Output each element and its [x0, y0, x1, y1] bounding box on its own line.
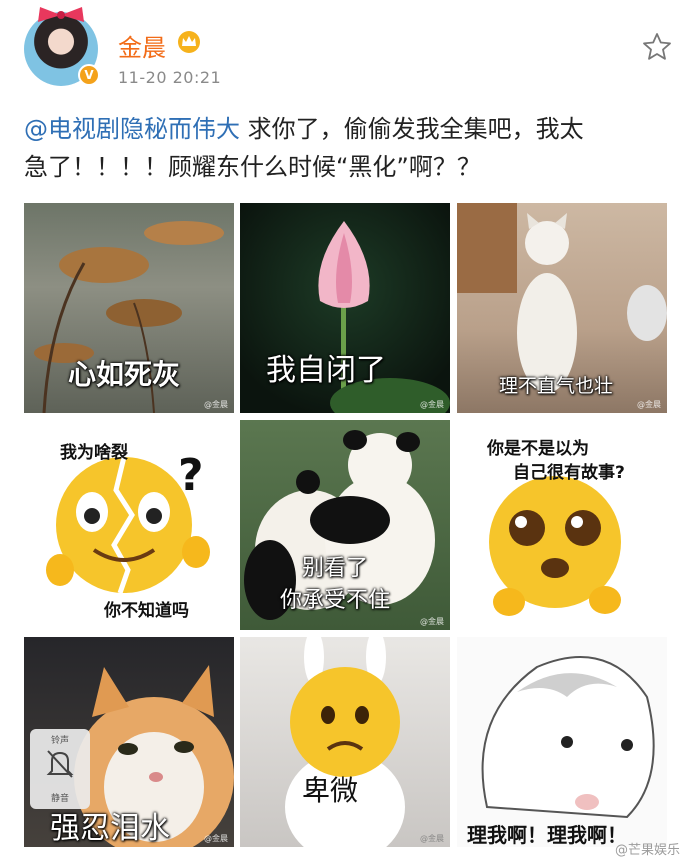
mention-link[interactable]: @电视剧隐秘而伟大 [24, 115, 240, 143]
image-watermark: @金晨 [204, 400, 228, 409]
image-grid: 心如死灰 @金晨 我自闭了 @金晨 理不直气也壮 @金晨 ? 我为啥裂 你不知道… [24, 203, 667, 847]
image-tile-2[interactable]: 我自闭了 @金晨 [240, 203, 450, 413]
question-icon: ? [178, 450, 204, 498]
image-tile-9[interactable]: 理我啊！理我啊！ [457, 637, 667, 847]
image-caption-line2: 自己很有故事? [513, 463, 625, 483]
avatar[interactable]: V [24, 7, 100, 86]
image-caption: 我自闭了 [266, 353, 386, 388]
image-watermark: @金晨 [420, 834, 444, 843]
phone-mute-top: 铃声 [50, 736, 69, 746]
image-watermark: @金晨 [204, 834, 228, 843]
hamster-image [481, 656, 655, 819]
image-caption-line1: 你是不是以为 [487, 439, 589, 459]
svg-text:?: ? [178, 450, 204, 498]
post-body-text-2: 急了！！！！顾耀东什么时候“黑化”啊？？ [24, 153, 481, 181]
image-caption: 理我啊！理我啊！ [467, 823, 627, 847]
image-caption: 强忍泪水 [50, 811, 170, 846]
bell-muted-icon [46, 750, 74, 778]
verified-icon: V [78, 64, 100, 86]
image-caption: 理不直气也壮 [499, 375, 614, 397]
image-tile-7[interactable]: 铃声 静音 强忍泪水 @金晨 [24, 637, 234, 847]
post-timestamp: 11-20 20:21 [118, 68, 222, 87]
post-body-text-1: 求你了，偷偷发我全集吧，我太 [240, 115, 584, 143]
image-tile-1[interactable]: 心如死灰 @金晨 [24, 203, 234, 413]
image-tile-5[interactable]: 别看了 你承受不住 @金晨 [240, 420, 450, 630]
phone-mute-panel: 铃声 静音 [30, 729, 90, 809]
image-caption-line2: 你承受不住 [280, 588, 391, 613]
username[interactable]: 金晨 [118, 28, 166, 63]
bow-icon [38, 7, 84, 22]
post-body: @电视剧隐秘而伟大 求你了，偷偷发我全集吧，我太 急了！！！！顾耀东什么时候“黑… [24, 110, 664, 186]
image-caption-line1: 别看了 [302, 556, 369, 581]
image-watermark: @金晨 [420, 400, 444, 409]
image-caption-top: 我为啥裂 [60, 443, 128, 463]
humble-emoji-image [285, 637, 405, 847]
image-caption: 心如死灰 [68, 358, 181, 391]
site-watermark: @芒果娱乐 [614, 843, 680, 858]
crown-icon [178, 31, 200, 53]
post-header: V 金晨 11-20 20:21 [20, 7, 680, 92]
image-watermark: @金晨 [420, 617, 444, 626]
star-icon[interactable] [642, 32, 672, 62]
image-tile-6[interactable]: 你是不是以为 自己很有故事? [457, 420, 667, 630]
image-tile-3[interactable]: 理不直气也壮 @金晨 [457, 203, 667, 413]
image-tile-4[interactable]: ? 我为啥裂 你不知道吗 [24, 420, 234, 630]
image-caption-bottom: 你不知道吗 [104, 601, 189, 621]
image-watermark: @金晨 [637, 400, 661, 409]
image-caption: 卑微 [302, 774, 359, 807]
image-tile-8[interactable]: 卑微 @金晨 [240, 637, 450, 847]
